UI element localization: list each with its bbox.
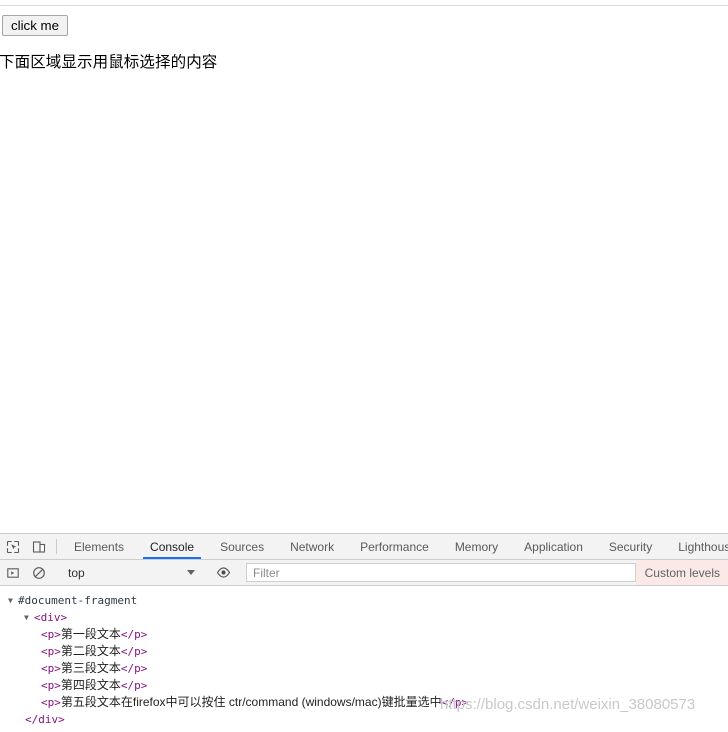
- tab-application-label: Application: [524, 539, 583, 554]
- p-text: 第四段文本: [60, 678, 121, 692]
- tree-row[interactable]: <p>第一段文本</p>: [0, 626, 728, 643]
- device-toolbar-button[interactable]: [26, 534, 52, 559]
- tab-elements[interactable]: Elements: [61, 534, 137, 559]
- p-text: 第三段文本: [60, 661, 121, 675]
- tab-elements-label: Elements: [74, 539, 125, 554]
- devtools-panel: Elements Console Sources Network Perform…: [0, 533, 728, 732]
- tab-console-label: Console: [150, 539, 195, 554]
- page-heading: 下面区域显示用鼠标选择的内容: [0, 54, 218, 71]
- p-open-tag: <p>: [41, 696, 61, 709]
- tab-sources-label: Sources: [220, 539, 265, 554]
- p-close-tag: </p>: [120, 628, 148, 641]
- toolbar-divider-1: [56, 539, 57, 554]
- console-log-levels-label: Custom levels: [644, 565, 720, 580]
- p-close-tag: </p>: [120, 645, 148, 658]
- page-top-divider: [0, 5, 728, 6]
- devtools-tab-list: Elements Console Sources Network Perform…: [61, 534, 728, 559]
- p-close-tag: </p>: [120, 662, 148, 675]
- tree-row[interactable]: </div>: [0, 711, 728, 728]
- execution-context-button[interactable]: [0, 566, 26, 580]
- p-text: 第一段文本: [60, 627, 121, 641]
- tab-network[interactable]: Network: [277, 534, 347, 559]
- tab-lighthouse[interactable]: Lighthouse: [665, 534, 728, 559]
- tree-row[interactable]: ▼ <div>: [0, 609, 728, 626]
- p-open-tag: <p>: [41, 679, 61, 692]
- inspect-element-icon: [6, 540, 20, 553]
- tab-application[interactable]: Application: [511, 534, 596, 559]
- execution-context-icon: [7, 567, 19, 578]
- p-close-tag: </p>: [441, 696, 469, 709]
- console-sidebar-eye-icon: [216, 567, 230, 578]
- div-open-tag: <div>: [34, 611, 68, 624]
- tree-row[interactable]: <p>第四段文本</p>: [0, 677, 728, 694]
- p-open-tag: <p>: [41, 628, 61, 641]
- devtools-tabbar: Elements Console Sources Network Perform…: [0, 534, 728, 560]
- tree-row[interactable]: <p>第二段文本</p>: [0, 643, 728, 660]
- inspect-element-button[interactable]: [0, 534, 26, 559]
- console-filter-toolbar: top Custom levels: [0, 560, 728, 586]
- tab-performance-label: Performance: [360, 539, 429, 554]
- p-open-tag: <p>: [41, 662, 61, 675]
- tab-sources[interactable]: Sources: [207, 534, 277, 559]
- tab-network-label: Network: [290, 539, 335, 554]
- p-text: 第二段文本: [60, 644, 121, 658]
- clear-console-button[interactable]: [26, 566, 52, 580]
- p-close-tag: </p>: [120, 679, 148, 692]
- document-fragment-label: #document-fragment: [18, 594, 138, 607]
- div-close-tag: </div>: [25, 713, 65, 726]
- triangle-down-icon[interactable]: ▼: [8, 592, 18, 609]
- tab-security[interactable]: Security: [596, 534, 665, 559]
- p-text: 第五段文本在firefox中可以按住 ctr/command (windows/…: [60, 695, 442, 709]
- execution-context-select[interactable]: top: [61, 563, 201, 583]
- tab-lighthouse-label: Lighthouse: [678, 539, 728, 554]
- click-me-button[interactable]: click me: [2, 15, 69, 36]
- tab-security-label: Security: [608, 539, 653, 554]
- tree-row[interactable]: <p>第五段文本在firefox中可以按住 ctr/command (windo…: [0, 694, 728, 711]
- execution-context-value: top: [68, 565, 85, 580]
- tab-memory[interactable]: Memory: [442, 534, 511, 559]
- triangle-down-icon[interactable]: ▼: [24, 609, 34, 626]
- chevron-down-icon: [187, 570, 195, 575]
- console-filter-input[interactable]: [246, 563, 636, 582]
- tree-row[interactable]: ▼ #document-fragment: [0, 592, 728, 609]
- tree-row[interactable]: <p>第三段文本</p>: [0, 660, 728, 677]
- selection-output-area[interactable]: [0, 86, 728, 526]
- device-toolbar-icon: [32, 540, 46, 553]
- p-open-tag: <p>: [41, 645, 61, 658]
- console-output[interactable]: ▼ #document-fragment ▼ <div> <p>第一段文本</p> …: [0, 586, 728, 732]
- clear-console-icon: [33, 566, 45, 579]
- console-log-levels-select[interactable]: Custom levels: [635, 560, 728, 585]
- tab-memory-label: Memory: [454, 539, 499, 554]
- console-sidebar-toggle-button[interactable]: [210, 565, 236, 580]
- tab-performance[interactable]: Performance: [347, 534, 442, 559]
- tab-console[interactable]: Console: [137, 534, 207, 559]
- web-page-viewport: click me 下面区域显示用鼠标选择的内容: [0, 0, 728, 533]
